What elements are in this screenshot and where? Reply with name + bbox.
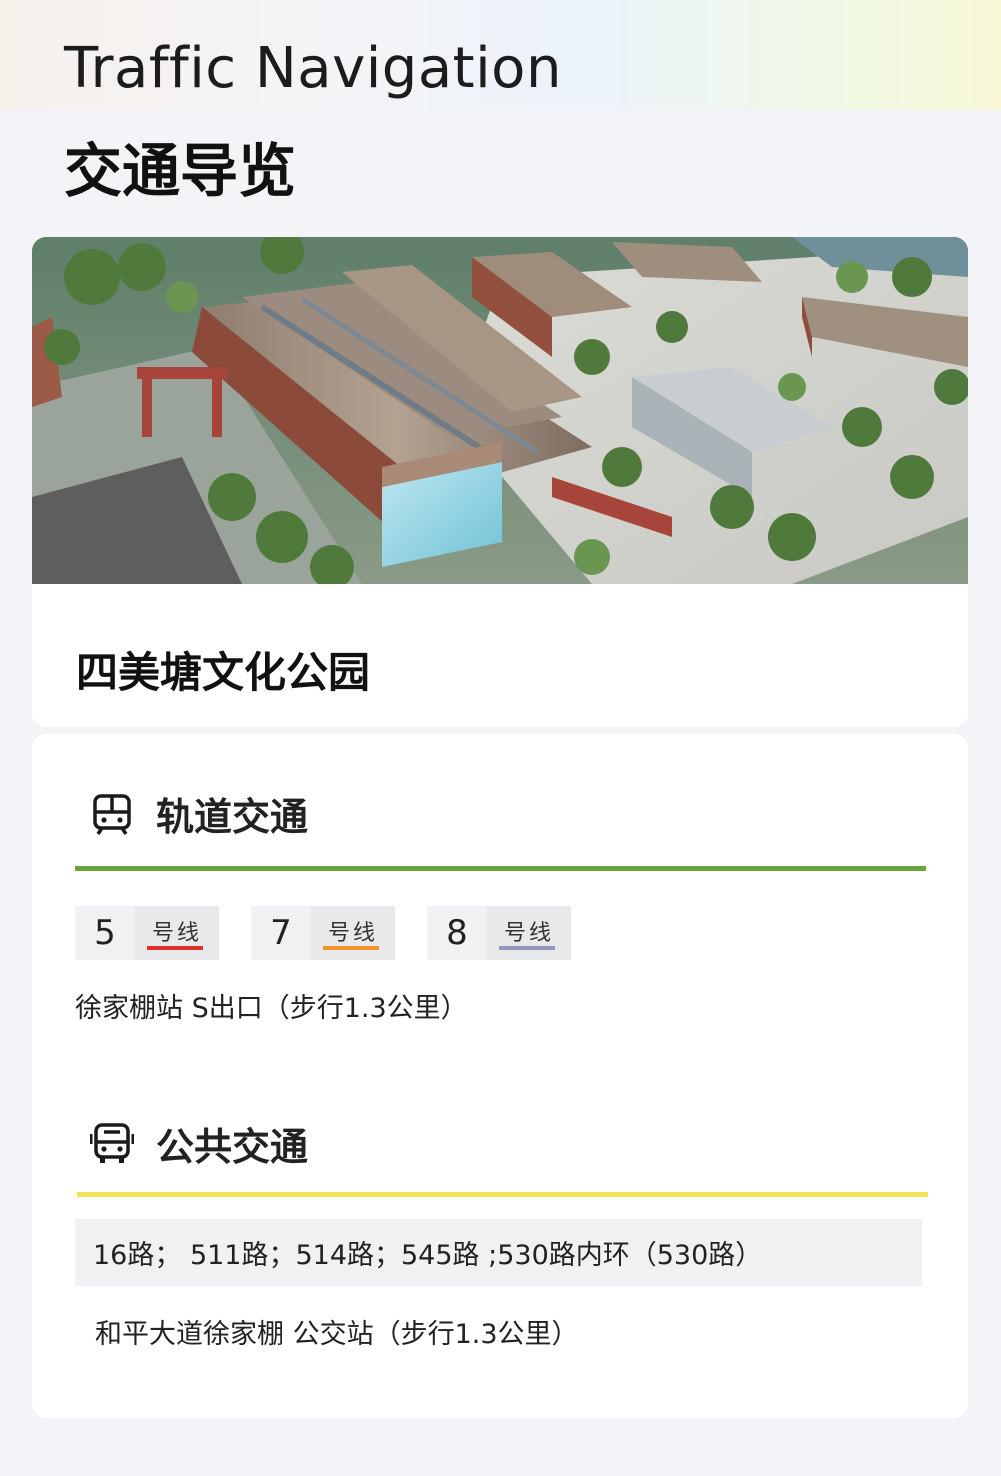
line-label: 号线 [487, 906, 571, 960]
venue-aerial-image [32, 237, 968, 584]
rail-station-info: 徐家棚站 S出口（步行1.3公里） [75, 993, 468, 1024]
line-badge-8: 8 号线 [427, 906, 571, 960]
rail-divider [75, 866, 926, 871]
page-title-en: Traffic Navigation [64, 36, 562, 101]
line-badge-5: 5 号线 [75, 906, 219, 960]
bus-icon [90, 1122, 134, 1163]
page-title-cn: 交通导览 [64, 137, 297, 205]
line-number: 7 [251, 906, 311, 960]
bus-section-header: 公共交通 [90, 1116, 308, 1171]
line-label: 号线 [311, 906, 395, 960]
line-color-bar [499, 946, 555, 950]
line-label: 号线 [135, 906, 219, 960]
venue-card[interactable]: 四美塘文化公园 [32, 237, 968, 727]
transit-info-card: 轨道交通 5 号线 7 号线 8 号线 徐家棚站 S出口（步行1.3公里） 公共… [32, 734, 968, 1418]
bus-routes: 16路； 511路；514路；545路 ;530路内环（530路） [75, 1219, 922, 1286]
line-color-bar [147, 946, 203, 950]
train-icon [93, 793, 131, 835]
bus-section-title: 公共交通 [156, 1125, 309, 1169]
rail-section-title: 轨道交通 [156, 795, 309, 839]
line-badge-7: 7 号线 [251, 906, 395, 960]
line-number: 5 [75, 906, 135, 960]
venue-name: 四美塘文化公园 [76, 648, 371, 697]
line-color-bar [323, 946, 379, 950]
line-number: 8 [427, 906, 487, 960]
bus-divider [77, 1192, 928, 1197]
bus-station-info: 和平大道徐家棚 公交站（步行1.3公里） [95, 1319, 579, 1350]
rail-section-header: 轨道交通 [90, 786, 308, 841]
